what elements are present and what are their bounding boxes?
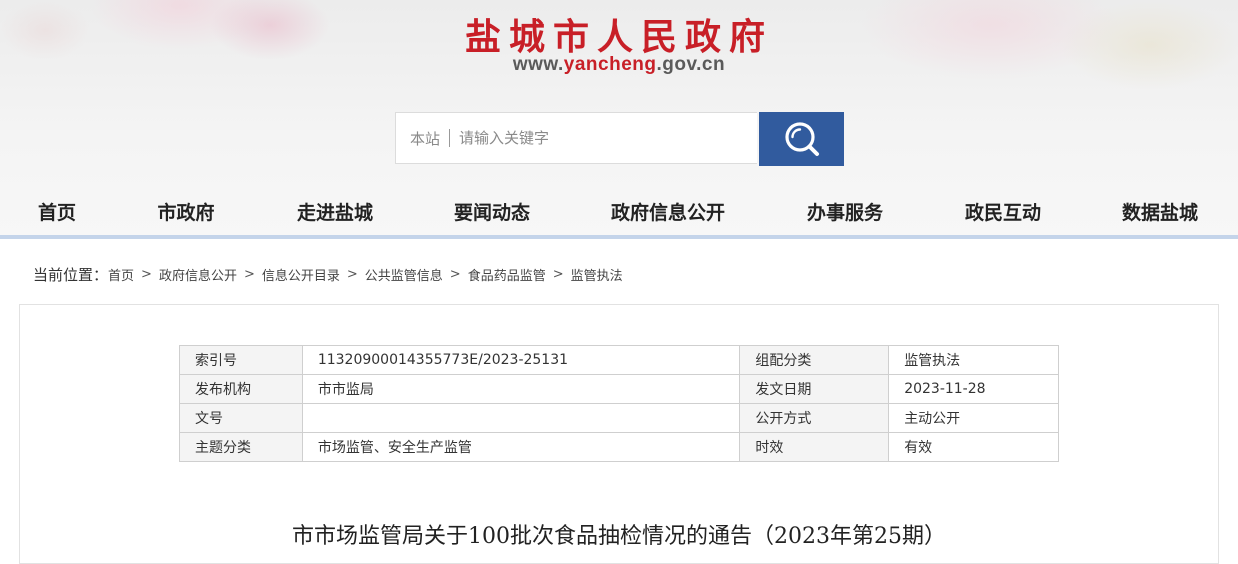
- disclosure-method-value: 主动公开: [888, 403, 1059, 433]
- validity-label: 时效: [739, 432, 890, 462]
- breadcrumb-separator: >: [141, 267, 152, 282]
- nav-item-city-government[interactable]: 市政府: [157, 198, 214, 225]
- nav-item-about-yancheng[interactable]: 走进盐城: [297, 198, 373, 225]
- search-box: 本站: [395, 112, 757, 164]
- breadcrumb: 当前位置： 首页 > 政府信息公开 > 信息公开目录 > 公共监管信息 > 食品…: [33, 264, 623, 285]
- category-label: 组配分类: [739, 345, 890, 375]
- document-title: 市市场监管局关于100批次食品抽检情况的通告（2023年第25期）: [292, 524, 946, 549]
- site-url-prefix: www.: [512, 54, 564, 75]
- table-row: 文号 公开方式 主动公开: [179, 403, 1059, 433]
- disclosure-method-label: 公开方式: [739, 403, 890, 433]
- nav-item-news[interactable]: 要闻动态: [454, 198, 530, 225]
- search-icon: [784, 122, 819, 156]
- issue-date-label: 发文日期: [739, 374, 890, 404]
- publisher-value: 市市监局: [301, 374, 741, 404]
- index-number-value: 11320900014355773E/2023-25131: [301, 345, 741, 375]
- breadcrumb-separator: >: [243, 267, 255, 282]
- breadcrumb-link-food-drug[interactable]: 食品药品监管: [468, 265, 546, 284]
- main-nav: 首页 市政府 走进盐城 要闻动态 政府信息公开 办事服务 政民互动 数据盐城: [0, 186, 1238, 236]
- nav-divider: [0, 235, 1238, 239]
- breadcrumb-separator: >: [552, 267, 564, 282]
- table-row: 发布机构 市市监局 发文日期 2023-11-28: [179, 374, 1059, 404]
- breadcrumb-link-home[interactable]: 首页: [108, 265, 134, 284]
- site-url-main: yancheng: [563, 54, 657, 75]
- nav-item-services[interactable]: 办事服务: [807, 198, 883, 225]
- site-url[interactable]: www.yancheng.gov.cn: [0, 54, 1238, 76]
- search-button[interactable]: [759, 112, 844, 166]
- document-number-value: [301, 403, 741, 433]
- validity-value: 有效: [888, 432, 1059, 462]
- breadcrumb-link-public-supervision[interactable]: 公共监管信息: [365, 265, 443, 284]
- site-url-suffix: .gov.cn: [656, 54, 726, 75]
- index-number-label: 索引号: [179, 345, 303, 375]
- nav-item-interaction[interactable]: 政民互动: [965, 198, 1041, 225]
- breadcrumb-separator: >: [449, 267, 461, 282]
- search-input[interactable]: [450, 117, 742, 159]
- breadcrumb-link-catalog[interactable]: 信息公开目录: [262, 265, 340, 284]
- topic-value: 市场监管、安全生产监管: [301, 432, 741, 462]
- nav-item-data-yancheng[interactable]: 数据盐城: [1122, 198, 1198, 225]
- breadcrumb-label: 当前位置：: [33, 266, 109, 284]
- breadcrumb-link-info-disclosure[interactable]: 政府信息公开: [159, 265, 237, 284]
- search-scope-label[interactable]: 本站: [396, 128, 449, 149]
- document-number-label: 文号: [179, 403, 303, 433]
- nav-item-info-disclosure[interactable]: 政府信息公开: [611, 198, 725, 225]
- document-metadata-table: 索引号 11320900014355773E/2023-25131 组配分类 监…: [179, 345, 1059, 462]
- category-value: 监管执法: [888, 345, 1059, 375]
- breadcrumb-separator: >: [346, 267, 358, 282]
- topic-label: 主题分类: [179, 432, 303, 462]
- table-row: 主题分类 市场监管、安全生产监管 时效 有效: [179, 432, 1059, 462]
- breadcrumb-link-enforcement[interactable]: 监管执法: [571, 265, 623, 284]
- nav-item-home[interactable]: 首页: [38, 198, 76, 225]
- table-row: 索引号 11320900014355773E/2023-25131 组配分类 监…: [179, 345, 1059, 375]
- issue-date-value: 2023-11-28: [888, 374, 1059, 404]
- publisher-label: 发布机构: [179, 374, 303, 404]
- site-title[interactable]: 盐城市人民政府: [0, 8, 1238, 60]
